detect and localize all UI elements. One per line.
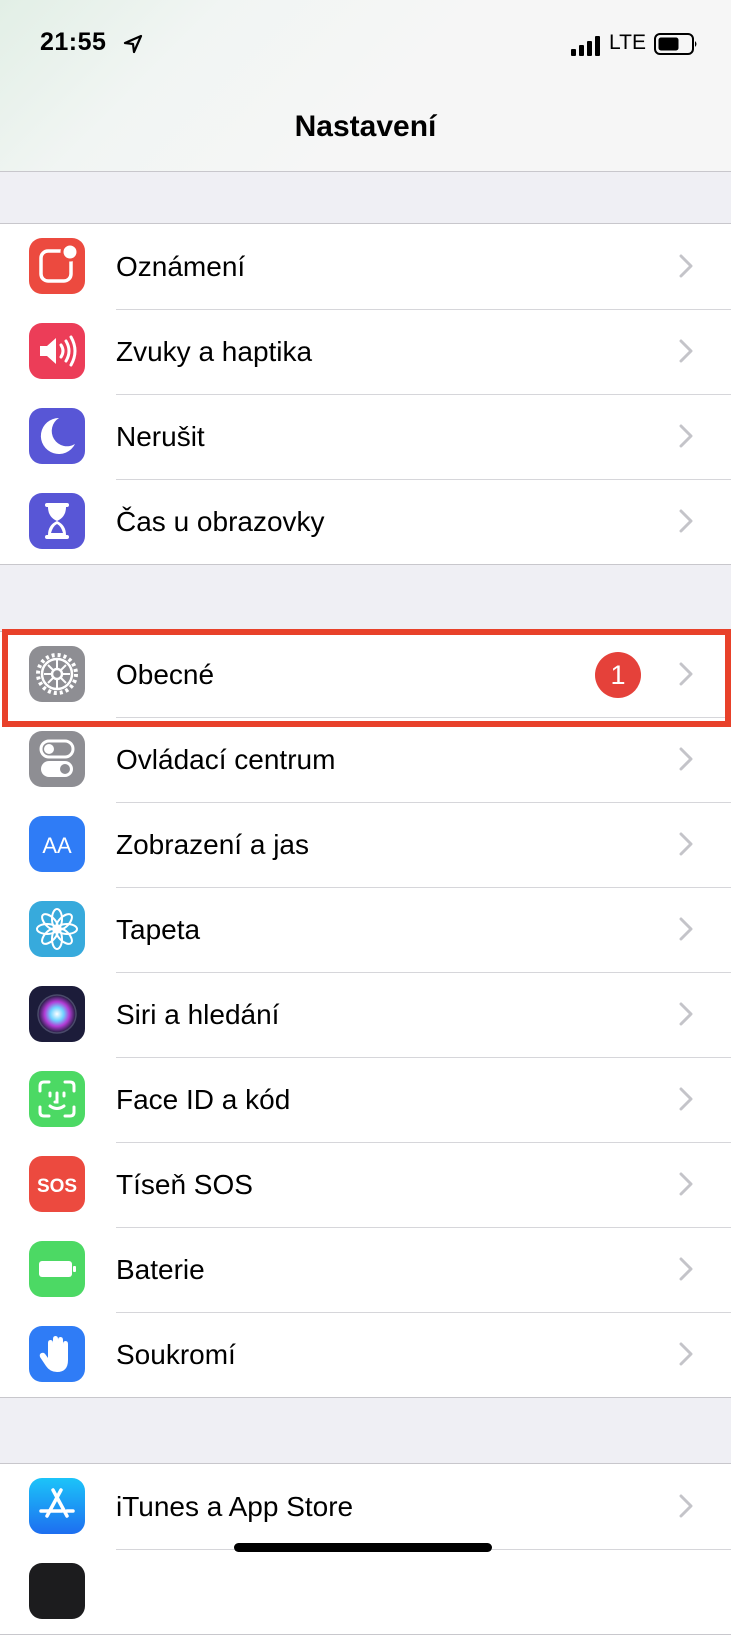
app-store-icon [29,1478,85,1534]
settings-row-label: Obecné [116,659,215,690]
notifications-icon [29,238,85,294]
siri-icon [29,986,85,1042]
moon-icon [29,408,85,464]
flower-icon [29,901,85,957]
navigation-bar: 21:55 LTE Nastavení [0,0,731,172]
face-id-icon [29,1071,85,1127]
battery-status-icon [654,33,697,55]
settings-row-label: Ovládací centrum [116,744,336,775]
chevron-right-icon [679,1087,693,1111]
settings-row-general[interactable]: Obecné 1 [0,632,731,717]
gear-icon [29,646,85,702]
settings-row-screen-time[interactable]: Čas u obrazovky [0,479,731,564]
settings-row-label: Face ID a kód [116,1084,291,1115]
chevron-right-icon [679,254,693,278]
toggles-icon [29,731,85,787]
settings-row-emergency-sos[interactable]: SOS Tíseň SOS [0,1142,731,1227]
settings-row-label: Tíseň SOS [116,1169,253,1200]
text-size-icon: AA [29,816,85,872]
settings-row-label: Tapeta [116,914,201,945]
chevron-right-icon [679,832,693,856]
chevron-right-icon [679,424,693,448]
icon-text: AA [42,833,72,858]
carrier-label: LTE [609,31,646,54]
sos-icon: SOS [29,1156,85,1212]
chevron-right-icon [679,662,693,686]
settings-row-partial[interactable] [0,1549,731,1634]
settings-row-display-brightness[interactable]: AA Zobrazení a jas [0,802,731,887]
settings-row-privacy[interactable]: Soukromí [0,1312,731,1397]
speaker-icon [29,323,85,379]
settings-row-battery[interactable]: Baterie [0,1227,731,1312]
settings-row-label: Nerušit [116,421,205,452]
chevron-right-icon [679,1257,693,1281]
settings-row-label: Čas u obrazovky [116,506,325,537]
home-indicator[interactable] [234,1543,492,1552]
settings-row-label: Baterie [116,1254,205,1285]
settings-row-face-id[interactable]: Face ID a kód [0,1057,731,1142]
settings-row-siri-search[interactable]: Siri a hledání [0,972,731,1057]
settings-group-1: Oznámení Zvuky a haptika Nerušit Čas u o… [0,223,731,565]
settings-group-2: Obecné 1 Ovládací centrum AA Zobrazení a… [0,631,731,1398]
settings-row-label: Zvuky a haptika [116,336,313,367]
settings-row-control-center[interactable]: Ovládací centrum [0,717,731,802]
chevron-right-icon [679,1002,693,1026]
settings-row-label: Siri a hledání [116,999,280,1030]
battery-icon [29,1241,85,1297]
chevron-right-icon [679,509,693,533]
wallet-icon [29,1563,85,1619]
settings-row-label: Soukromí [116,1339,236,1370]
page-title: Nastavení [294,110,437,143]
chevron-right-icon [679,747,693,771]
settings-row-sounds[interactable]: Zvuky a haptika [0,309,731,394]
settings-row-label: iTunes a App Store [116,1491,354,1522]
hand-icon [29,1326,85,1382]
settings-row-label: Oznámení [116,251,246,282]
cellular-signal-icon [571,36,600,56]
settings-row-wallpaper[interactable]: Tapeta [0,887,731,972]
chevron-right-icon [679,339,693,363]
location-arrow-icon [123,34,143,54]
chevron-right-icon [679,1494,693,1518]
chevron-right-icon [679,1342,693,1366]
chevron-right-icon [679,1172,693,1196]
settings-row-label: Zobrazení a jas [116,829,309,860]
chevron-right-icon [679,917,693,941]
icon-text: SOS [37,1176,77,1197]
settings-row-itunes-app-store[interactable]: iTunes a App Store [0,1464,731,1549]
settings-row-do-not-disturb[interactable]: Nerušit [0,394,731,479]
notification-badge: 1 [595,652,641,698]
hourglass-icon [29,493,85,549]
settings-row-notifications[interactable]: Oznámení [0,224,731,309]
status-time: 21:55 [40,28,107,56]
